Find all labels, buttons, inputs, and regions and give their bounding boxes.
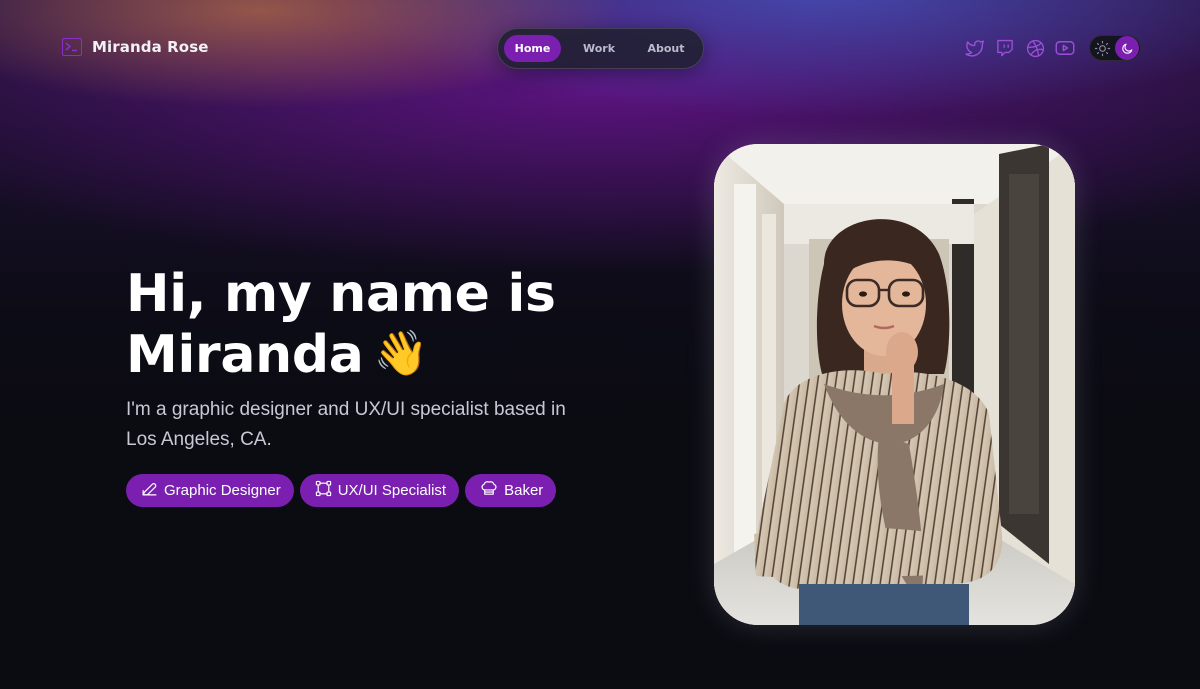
twitter-icon[interactable] [965, 38, 985, 58]
page: Miranda Rose Home Work About Hi, my name… [0, 0, 1200, 689]
nav-about[interactable]: About [637, 35, 695, 62]
hero-title: Hi, my name is Miranda 👋 [126, 264, 646, 385]
pen-tool-icon [141, 480, 158, 501]
chef-hat-icon [480, 480, 498, 501]
dribbble-icon[interactable] [1025, 38, 1045, 58]
hero-title-line1: Hi, my name is [126, 264, 556, 324]
twitch-icon[interactable] [995, 38, 1015, 58]
hero-subtitle: I'm a graphic designer and UX/UI special… [126, 399, 566, 450]
sun-icon [1094, 40, 1111, 57]
waving-hand-emoji: 👋 [373, 328, 429, 379]
hero-title-line2: Miranda [126, 325, 364, 385]
terminal-icon [62, 38, 82, 56]
tag-graphic-designer[interactable]: Graphic Designer [126, 474, 294, 507]
moon-icon [1115, 36, 1139, 60]
vector-frame-icon [315, 480, 332, 501]
site-logo[interactable]: Miranda Rose [62, 38, 209, 56]
role-tags: Graphic Designer UX/UI Specialist Baker [126, 474, 557, 507]
nav-home[interactable]: Home [504, 35, 561, 62]
tag-label: UX/UI Specialist [337, 482, 447, 499]
theme-toggle[interactable] [1089, 35, 1141, 61]
social-links [965, 38, 1075, 58]
tag-ux-ui-specialist[interactable]: UX/UI Specialist [299, 474, 460, 507]
logo-name: Miranda Rose [92, 38, 209, 56]
profile-photo [714, 144, 1075, 625]
tag-label: Graphic Designer [164, 482, 281, 499]
youtube-icon[interactable] [1055, 38, 1075, 58]
tag-label: Baker [504, 482, 544, 499]
main-nav: Home Work About [497, 28, 704, 69]
tag-baker[interactable]: Baker [465, 474, 557, 507]
nav-work[interactable]: Work [561, 35, 637, 62]
